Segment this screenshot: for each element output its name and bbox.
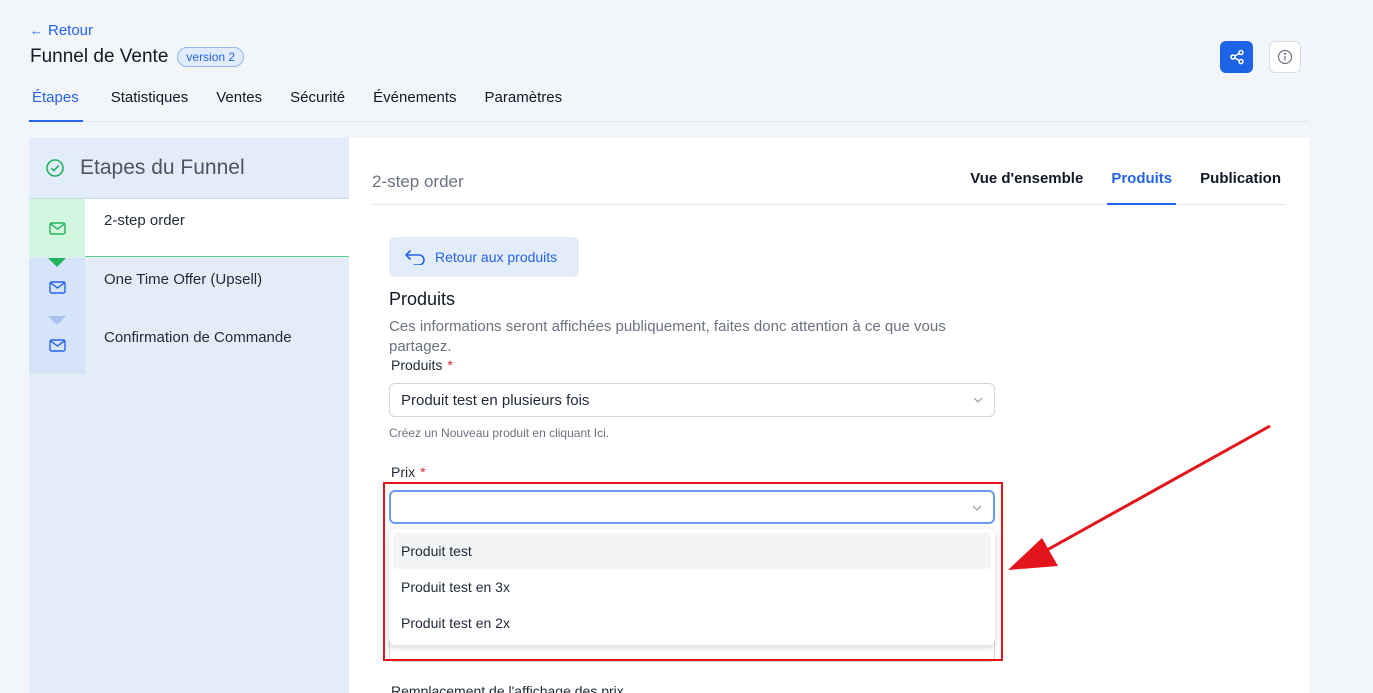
step-item-confirmation[interactable]: Confirmation de Commande xyxy=(29,316,349,374)
prix-label: Prix * xyxy=(391,464,426,480)
step-item-2-step-order[interactable]: 2-step order xyxy=(29,199,349,257)
price-display-replacement-label: Remplacement de l'affichage des prix xyxy=(391,683,624,693)
mail-icon xyxy=(48,221,66,235)
step-item-one-time-offer[interactable]: One Time Offer (Upsell) xyxy=(29,258,349,316)
return-button-label: Retour aux produits xyxy=(435,249,558,265)
step-label: One Time Offer (Upsell) xyxy=(104,271,263,288)
current-step-name: 2-step order xyxy=(372,172,464,191)
highlight-box xyxy=(383,482,1003,661)
tab-statistiques[interactable]: Statistiques xyxy=(111,80,189,122)
page-title: Funnel de Vente xyxy=(30,46,169,67)
produits-select-value: Produit test en plusieurs fois xyxy=(401,391,590,409)
section-description: Ces informations seront affichées publiq… xyxy=(389,318,946,355)
chevron-down-icon xyxy=(973,397,983,403)
annotation-arrow-icon xyxy=(1008,424,1271,570)
tab-evenements[interactable]: Événements xyxy=(373,80,456,122)
mail-icon xyxy=(48,338,66,352)
step-icon-col xyxy=(29,199,85,257)
version-badge: version 2 xyxy=(177,47,245,67)
mail-icon xyxy=(48,280,66,294)
tab-vue-ensemble[interactable]: Vue d'ensemble xyxy=(966,138,1087,205)
tab-ventes[interactable]: Ventes xyxy=(216,80,262,122)
return-arrow-icon xyxy=(405,250,425,265)
required-mark: * xyxy=(420,464,426,480)
main-tabs: Étapes Statistiques Ventes Sécurité Évén… xyxy=(29,80,1308,122)
tab-publication[interactable]: Publication xyxy=(1196,138,1285,205)
back-link[interactable]: ← Retour xyxy=(30,22,93,39)
tab-etapes[interactable]: Étapes xyxy=(29,80,83,122)
step-label: Confirmation de Commande xyxy=(104,329,292,346)
step-connector xyxy=(48,316,66,325)
back-link-label: Retour xyxy=(48,22,94,39)
title-row: Funnel de Vente version 2 xyxy=(30,46,245,68)
section-title: Produits xyxy=(389,289,456,309)
sub-tabs: Vue d'ensemble Produits Publication xyxy=(946,138,1285,205)
produits-label-text: Produits xyxy=(391,357,443,373)
tab-parametres[interactable]: Paramètres xyxy=(485,80,563,122)
content-header: 2-step order Vue d'ensemble Produits Pub… xyxy=(372,138,1285,205)
share-icon xyxy=(1229,49,1244,65)
produits-select[interactable]: Produit test en plusieurs fois xyxy=(389,383,995,417)
steps-panel: Etapes du Funnel 2-step order One Time O… xyxy=(29,138,349,693)
tab-produits[interactable]: Produits xyxy=(1107,138,1177,205)
help-text: Créez un Nouveau produit en cliquant Ici… xyxy=(389,426,610,440)
return-to-products-button[interactable]: Retour aux produits xyxy=(389,237,579,277)
step-connector xyxy=(48,258,66,267)
produits-label: Produits * xyxy=(391,357,453,373)
check-circle-icon xyxy=(46,159,64,177)
prix-label-text: Prix xyxy=(391,464,416,480)
steps-header: Etapes du Funnel xyxy=(29,138,349,199)
info-icon xyxy=(1277,49,1293,65)
tab-securite[interactable]: Sécurité xyxy=(290,80,345,122)
step-label: 2-step order xyxy=(104,212,185,229)
required-mark: * xyxy=(447,357,453,373)
info-button[interactable] xyxy=(1269,41,1301,73)
share-button[interactable] xyxy=(1220,41,1253,73)
arrow-left-icon: ← xyxy=(30,23,43,38)
steps-title: Etapes du Funnel xyxy=(80,156,245,179)
